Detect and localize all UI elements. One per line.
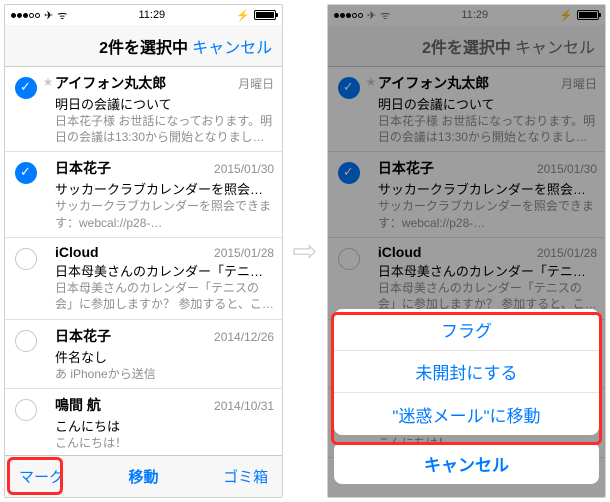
trash-button[interactable]: ゴミ箱: [223, 466, 268, 487]
phone-right: ✈ ᯤ 11:29 ⚡ 2件を選択中 キャンセル ★ アイフォン丸太郎 月曜日 …: [327, 4, 606, 498]
mail-subject: こんにちは: [55, 416, 274, 435]
mail-subject: 明日の会議について: [55, 94, 274, 113]
mail-sender: 鳴間 航: [55, 395, 101, 415]
status-time: 11:29: [138, 9, 165, 21]
mail-list[interactable]: ★ アイフォン丸太郎 月曜日 明日の会議について 日本花子様 お世話になっており…: [5, 67, 282, 455]
mail-date: 2015/01/28: [214, 246, 274, 260]
mail-preview: 日本母美さんのカレンダー「テニスの会」に参加しますか？ 参加すると、このカレ…: [55, 280, 274, 312]
mail-row[interactable]: 鳴間 航 2014/10/31 こんにちは こんにちは！: [5, 389, 282, 455]
wifi-icon: ᯤ: [57, 8, 67, 23]
arrow-icon: ⇨: [291, 234, 319, 269]
mail-preview: あ iPhoneから送信: [55, 366, 274, 382]
nav-bar: 2件を選択中 キャンセル: [5, 25, 282, 67]
select-circle[interactable]: [15, 330, 37, 352]
select-circle[interactable]: [15, 399, 37, 421]
airplane-icon: ✈: [44, 9, 53, 22]
mail-sender: 日本花子: [55, 158, 111, 178]
mail-subject: サッカークラブカレンダーを照会できます: [55, 179, 274, 198]
star-icon: [41, 326, 55, 382]
sheet-flag[interactable]: フラグ: [334, 309, 599, 351]
cancel-button[interactable]: キャンセル: [192, 34, 272, 58]
mail-date: 2014/10/31: [214, 399, 274, 413]
charge-icon: ⚡: [236, 9, 250, 22]
mail-sender: アイフォン丸太郎: [55, 73, 166, 93]
mail-row[interactable]: 日本花子 2014/12/26 件名なし あ iPhoneから送信: [5, 320, 282, 389]
mail-row[interactable]: iCloud 2015/01/28 日本母美さんのカレンダー「テニスの会… 日本…: [5, 238, 282, 320]
star-icon: [41, 395, 55, 451]
nav-title: 2件を選択中: [99, 34, 188, 58]
sheet-unread[interactable]: 未開封にする: [334, 351, 599, 393]
select-circle[interactable]: [15, 248, 37, 270]
select-circle[interactable]: [15, 77, 37, 99]
mail-sender: iCloud: [55, 244, 99, 260]
mail-preview: 日本花子様 お世話になっております。明日の会議は13:30から開始となりました。…: [55, 113, 274, 145]
mail-date: 月曜日: [238, 75, 274, 92]
mail-date: 2014/12/26: [214, 330, 274, 344]
move-button[interactable]: 移動: [64, 466, 223, 487]
sheet-cancel[interactable]: キャンセル: [334, 442, 599, 484]
mark-button[interactable]: マーク: [19, 466, 64, 487]
mail-subject: 件名なし: [55, 347, 274, 366]
battery-icon: [254, 10, 276, 20]
action-sheet: フラグ 未開封にする "迷惑メール"に移動 キャンセル: [334, 309, 599, 491]
mail-preview: サッカークラブカレンダーを照会できます：webcal://p28-calenda…: [55, 198, 274, 230]
sheet-junk[interactable]: "迷惑メール"に移動: [334, 393, 599, 435]
mail-sender: 日本花子: [55, 326, 111, 346]
toolbar: マーク 移動 ゴミ箱: [5, 455, 282, 497]
mail-preview: こんにちは！: [55, 435, 274, 451]
mail-row[interactable]: 日本花子 2015/01/30 サッカークラブカレンダーを照会できます サッカー…: [5, 152, 282, 237]
star-icon: ★: [41, 73, 55, 145]
star-icon: [41, 158, 55, 230]
mail-subject: 日本母美さんのカレンダー「テニスの会…: [55, 261, 274, 280]
mail-date: 2015/01/30: [214, 162, 274, 176]
select-circle[interactable]: [15, 162, 37, 184]
star-icon: [41, 244, 55, 313]
phone-left: ✈ ᯤ 11:29 ⚡ 2件を選択中 キャンセル ★ アイフォン丸太郎 月曜日 …: [4, 4, 283, 498]
mail-row[interactable]: ★ アイフォン丸太郎 月曜日 明日の会議について 日本花子様 お世話になっており…: [5, 67, 282, 152]
status-bar: ✈ ᯤ 11:29 ⚡: [5, 5, 282, 25]
